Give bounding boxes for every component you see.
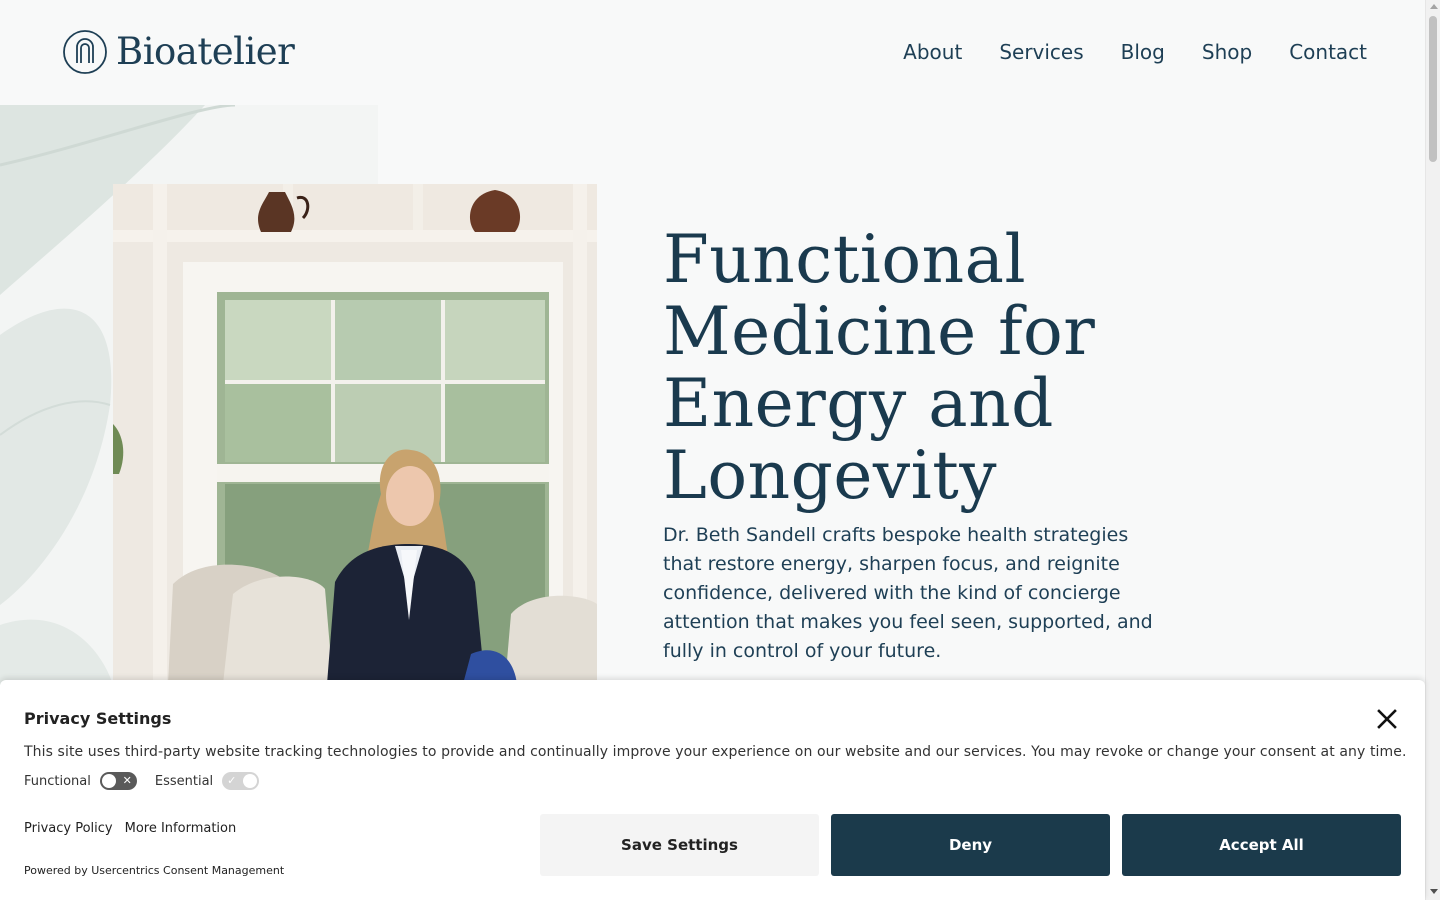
cross-icon: ✕ [122, 774, 132, 787]
nav-link-services[interactable]: Services [999, 40, 1083, 64]
toggle-label-functional: Functional [24, 773, 91, 789]
consent-title: Privacy Settings [24, 709, 172, 728]
hero-title-line-4: Longevity [663, 437, 998, 514]
toggle-knob [101, 774, 116, 788]
toggle-knob [243, 774, 258, 788]
hero-title-line-2: Medicine for [663, 293, 1096, 370]
privacy-consent-banner: Privacy Settings This site uses third-pa… [0, 680, 1425, 900]
check-icon: ✓ [227, 774, 237, 787]
logo-mark-icon [63, 30, 107, 74]
site-header: Bioatelier About Services Blog Shop Cont… [0, 0, 1425, 105]
page-scrollbar[interactable] [1425, 0, 1440, 900]
scroll-thumb[interactable] [1429, 16, 1437, 162]
accept-all-button[interactable]: Accept All [1122, 814, 1401, 876]
powered-by-text: Powered by Usercentrics Consent Manageme… [24, 864, 285, 877]
hero-title-line-3: Energy and [663, 365, 1054, 442]
nav-link-blog[interactable]: Blog [1121, 40, 1165, 64]
more-information-link[interactable]: More Information [125, 821, 237, 836]
logo-text: Bioatelier [116, 30, 295, 73]
nav-link-about[interactable]: About [903, 40, 962, 64]
hero-photo [113, 184, 597, 684]
functional-toggle[interactable]: ✕ [99, 772, 137, 790]
privacy-policy-link[interactable]: Privacy Policy [24, 821, 113, 836]
save-settings-button[interactable]: Save Settings [540, 814, 819, 876]
nav-link-shop[interactable]: Shop [1202, 40, 1252, 64]
close-icon[interactable] [1376, 708, 1398, 730]
hero-description: Dr. Beth Sandell crafts bespoke health s… [663, 524, 1153, 662]
consent-description: This site uses third-party website track… [24, 744, 1407, 760]
deny-button[interactable]: Deny [831, 814, 1110, 876]
nav-link-contact[interactable]: Contact [1289, 40, 1367, 64]
hero-title-line-1: Functional [663, 221, 1027, 298]
scroll-up-arrow-icon[interactable] [1430, 4, 1438, 9]
toggle-label-essential: Essential [154, 773, 214, 789]
main-nav: About Services Blog Shop Contact [903, 40, 1367, 64]
essential-toggle: ✓ [222, 772, 260, 790]
consent-links: Privacy Policy More Information [24, 821, 236, 836]
consent-toggles: Functional ✕ Essential ✓ [24, 772, 277, 790]
scroll-down-arrow-icon[interactable] [1430, 889, 1438, 894]
hero-title: Functional Medicine for Energy and Longe… [663, 224, 1223, 512]
logo[interactable]: Bioatelier [62, 29, 295, 75]
